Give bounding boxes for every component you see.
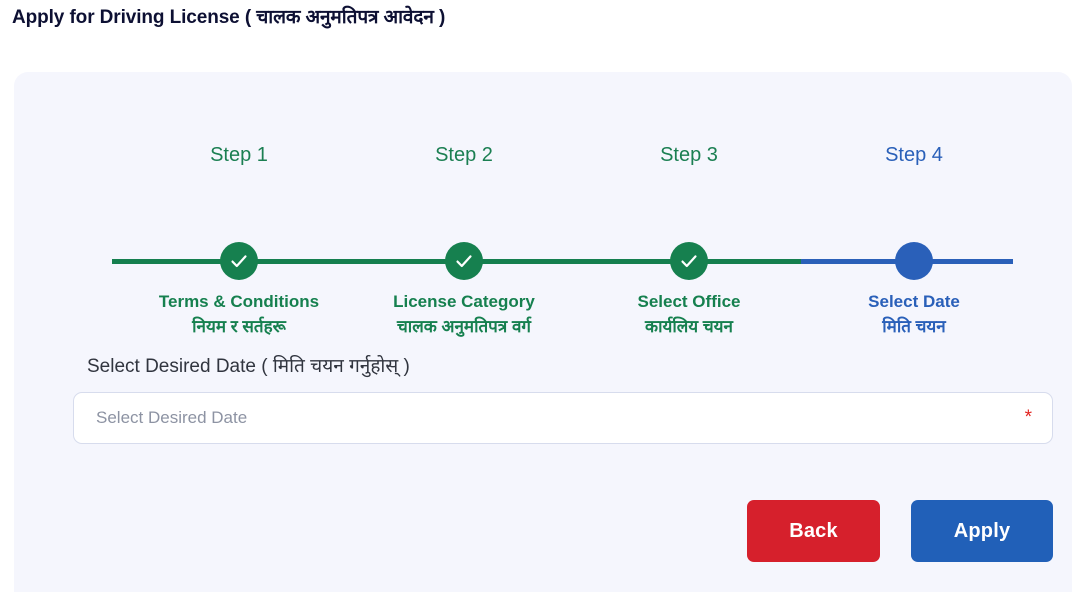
step-label-np: कार्यलिय चयन — [645, 317, 733, 336]
stepper-step-license-category[interactable]: Step 2 License Category चालक अनुमतिपत्र … — [349, 134, 579, 336]
step-number: Step 1 — [210, 144, 268, 166]
step-marker[interactable] — [445, 242, 483, 280]
page-title: Apply for Driving License ( चालक अनुमतिप… — [12, 7, 446, 28]
step-label-en: License Category — [393, 292, 535, 311]
step-number: Step 2 — [435, 144, 493, 166]
step-marker[interactable] — [895, 242, 933, 280]
stepper-step-select-office[interactable]: Step 3 Select Office कार्यलिय चयन — [574, 134, 804, 336]
step-marker[interactable] — [220, 242, 258, 280]
desired-date-field: Select Desired Date ( मिति चयन गर्नुहोस्… — [73, 354, 1053, 444]
step-label: Select Office कार्यलिय चयन — [574, 289, 804, 339]
progress-stepper: Step 1 Terms & Conditions नियम र सर्तहरू… — [112, 134, 1013, 336]
step-label-en: Select Office — [637, 292, 741, 311]
apply-button[interactable]: Apply — [911, 500, 1053, 562]
check-icon — [445, 242, 483, 280]
form-actions: Back Apply — [747, 500, 1053, 562]
step-label-np: चालक अनुमतिपत्र वर्ग — [397, 317, 531, 336]
check-icon — [670, 242, 708, 280]
step-label-np: मिति चयन — [882, 317, 946, 336]
filled-dot-icon — [895, 242, 933, 280]
step-label-en: Terms & Conditions — [158, 292, 320, 311]
step-marker[interactable] — [670, 242, 708, 280]
check-icon — [220, 242, 258, 280]
step-label: Terms & Conditions नियम र सर्तहरू — [124, 289, 354, 339]
stepper-step-terms-conditions[interactable]: Step 1 Terms & Conditions नियम र सर्तहरू — [124, 134, 354, 336]
desired-date-input[interactable] — [73, 392, 1053, 444]
step-label: Select Date मिति चयन — [799, 289, 1029, 339]
stepper-step-select-date[interactable]: Step 4 Select Date मिति चयन — [799, 134, 1029, 336]
back-button[interactable]: Back — [747, 500, 880, 562]
step-number: Step 3 — [660, 144, 718, 166]
desired-date-label: Select Desired Date ( मिति चयन गर्नुहोस्… — [87, 356, 410, 377]
step-label-en: Select Date — [868, 292, 960, 311]
desired-date-input-wrap: * — [73, 392, 1053, 444]
step-label-np: नियम र सर्तहरू — [192, 317, 286, 336]
apply-form-card: Step 1 Terms & Conditions नियम र सर्तहरू… — [14, 72, 1072, 592]
step-number: Step 4 — [885, 144, 943, 166]
step-label: License Category चालक अनुमतिपत्र वर्ग — [349, 289, 579, 339]
